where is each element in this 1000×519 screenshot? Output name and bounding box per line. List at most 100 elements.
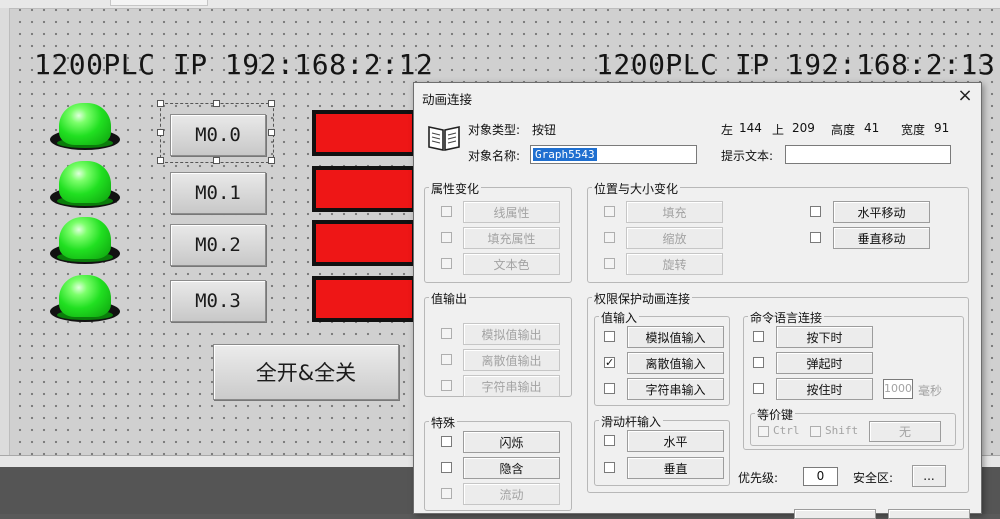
line-attr-button[interactable]: 线属性 <box>463 201 560 223</box>
priority-input[interactable]: 0 <box>803 467 838 486</box>
dialog-title: 动画连接 <box>422 92 473 107</box>
indicator-lamp-1[interactable] <box>50 100 120 158</box>
text-color-button[interactable]: 文本色 <box>463 253 560 275</box>
discrete-output-checkbox[interactable] <box>441 354 452 365</box>
m01-button[interactable]: M0.1 <box>170 172 266 214</box>
vertical-move-button[interactable]: 垂直移动 <box>833 227 930 249</box>
line-attr-checkbox[interactable] <box>441 206 452 217</box>
object-name-input[interactable]: Graph5543 <box>530 145 697 164</box>
fill-checkbox[interactable] <box>604 206 615 217</box>
on-release-button[interactable]: 弹起时 <box>776 352 873 374</box>
string-input-checkbox[interactable] <box>604 383 615 394</box>
permission-animation-group: 权限保护动画连接 值输入 模拟值输入 ✓ 离散值输入 字符串输入 滑动杆输入 水… <box>587 290 969 493</box>
status-indicator-2[interactable] <box>312 166 416 212</box>
hint-text-label: 提示文本: <box>721 149 774 163</box>
text-color-checkbox[interactable] <box>441 258 452 269</box>
horizontal-move-checkbox[interactable] <box>810 206 821 217</box>
discrete-output-button[interactable]: 离散值输出 <box>463 349 560 371</box>
analog-input-button[interactable]: 模拟值输入 <box>627 326 724 348</box>
string-output-checkbox[interactable] <box>441 380 452 391</box>
width-label: 宽度 <box>901 123 926 137</box>
left-value: 144 <box>739 121 762 135</box>
while-hold-checkbox[interactable] <box>753 383 764 394</box>
plc-left-title: 1200PLC IP 192:168:2:12 <box>34 48 434 81</box>
width-value: 91 <box>934 121 950 135</box>
special-title: 特殊 <box>429 414 458 431</box>
resize-handle[interactable] <box>157 100 164 107</box>
book-icon <box>428 126 460 151</box>
analog-input-checkbox[interactable] <box>604 331 615 342</box>
object-name-value: Graph5543 <box>533 148 597 161</box>
close-icon[interactable]: × <box>952 85 978 107</box>
flow-button[interactable]: 流动 <box>463 483 560 505</box>
on-release-checkbox[interactable] <box>753 357 764 368</box>
scale-checkbox[interactable] <box>604 232 615 243</box>
command-language-group: 命令语言连接 按下时 弹起时 按住时 1000 毫秒 等价键 Ctrl Shif… <box>743 309 964 450</box>
status-indicator-1[interactable] <box>312 110 416 156</box>
hint-text-input[interactable] <box>785 145 951 164</box>
hold-interval-input[interactable]: 1000 <box>883 379 913 399</box>
indicator-lamp-4[interactable] <box>50 272 120 330</box>
ctrl-label: Ctrl <box>773 424 800 437</box>
all-on-off-button[interactable]: 全开&全关 <box>213 344 399 400</box>
while-hold-button[interactable]: 按住时 <box>776 378 873 400</box>
rotate-checkbox[interactable] <box>604 258 615 269</box>
on-press-button[interactable]: 按下时 <box>776 326 873 348</box>
fill-button[interactable]: 填充 <box>626 201 723 223</box>
discrete-input-checkbox[interactable]: ✓ <box>604 357 615 368</box>
top-value: 209 <box>792 121 815 135</box>
blink-checkbox[interactable] <box>441 436 452 447</box>
horizontal-slider-checkbox[interactable] <box>604 435 615 446</box>
toolbar-tab[interactable] <box>110 0 208 6</box>
security-area-button[interactable]: ... <box>912 465 946 487</box>
object-type-label: 对象类型: <box>468 123 521 137</box>
vertical-slider-button[interactable]: 垂直 <box>627 457 724 479</box>
analog-output-checkbox[interactable] <box>441 328 452 339</box>
indicator-lamp-3[interactable] <box>50 214 120 272</box>
m03-button[interactable]: M0.3 <box>170 280 266 322</box>
command-language-title: 命令语言连接 <box>748 309 825 326</box>
resize-handle[interactable] <box>157 157 164 164</box>
horizontal-move-button[interactable]: 水平移动 <box>833 201 930 223</box>
resize-handle[interactable] <box>268 129 275 136</box>
vertical-slider-checkbox[interactable] <box>604 462 615 473</box>
slider-input-title: 滑动杆输入 <box>599 413 664 430</box>
cancel-button[interactable] <box>888 509 970 519</box>
flow-checkbox[interactable] <box>441 488 452 499</box>
vertical-move-checkbox[interactable] <box>810 232 821 243</box>
fill-attr-checkbox[interactable] <box>441 232 452 243</box>
scale-button[interactable]: 缩放 <box>626 227 723 249</box>
hide-checkbox[interactable] <box>441 462 452 473</box>
status-indicator-4[interactable] <box>312 276 416 322</box>
resize-handle[interactable] <box>157 129 164 136</box>
top-toolbar <box>0 0 1000 9</box>
indicator-lamp-2[interactable] <box>50 158 120 216</box>
on-press-checkbox[interactable] <box>753 331 764 342</box>
animation-link-dialog: 动画连接 × 对象类型: 按钮 对象名称: Graph5543 左 144 上 … <box>413 82 982 519</box>
left-ruler <box>0 8 10 455</box>
shift-checkbox[interactable] <box>810 426 821 437</box>
discrete-input-button[interactable]: 离散值输入 <box>627 352 724 374</box>
string-output-button[interactable]: 字符串输出 <box>463 375 560 397</box>
blink-button[interactable]: 闪烁 <box>463 431 560 453</box>
m02-button[interactable]: M0.2 <box>170 224 266 266</box>
hide-button[interactable]: 隐含 <box>463 457 560 479</box>
analog-output-button[interactable]: 模拟值输出 <box>463 323 560 345</box>
m00-button[interactable]: M0.0 <box>170 114 266 156</box>
hotkey-none-button[interactable]: 无 <box>869 421 941 442</box>
resize-handle[interactable] <box>268 157 275 164</box>
rotate-button[interactable]: 旋转 <box>626 253 723 275</box>
plc-right-title: 1200PLC IP 192:168:2:13 <box>596 48 996 81</box>
string-input-button[interactable]: 字符串输入 <box>627 378 724 400</box>
object-name-label: 对象名称: <box>468 149 521 163</box>
height-label: 高度 <box>831 123 856 137</box>
ctrl-checkbox[interactable] <box>758 426 769 437</box>
status-indicator-3[interactable] <box>312 220 416 266</box>
resize-handle[interactable] <box>213 157 220 164</box>
fill-attr-button[interactable]: 填充属性 <box>463 227 560 249</box>
horizontal-slider-button[interactable]: 水平 <box>627 430 724 452</box>
hotkey-title: 等价键 <box>755 406 796 423</box>
resize-handle[interactable] <box>268 100 275 107</box>
resize-handle[interactable] <box>213 100 220 107</box>
ok-button[interactable] <box>794 509 876 519</box>
